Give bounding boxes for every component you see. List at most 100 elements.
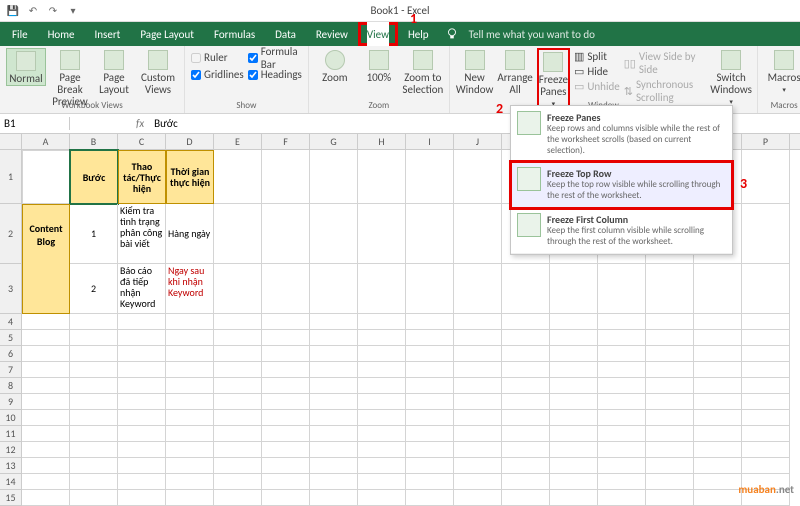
cell-G3[interactable] (310, 264, 358, 314)
cell-E13[interactable] (214, 458, 262, 474)
cell-D3[interactable]: Ngay sau khi nhận Keyword (166, 264, 214, 314)
rowhead-5[interactable]: 5 (0, 330, 22, 346)
cell-P10[interactable] (742, 410, 790, 426)
cell-K5[interactable] (502, 330, 550, 346)
cell-E14[interactable] (214, 474, 262, 490)
cell-I11[interactable] (406, 426, 454, 442)
cell-M13[interactable] (598, 458, 646, 474)
cell-A12[interactable] (22, 442, 70, 458)
cell-L10[interactable] (550, 410, 598, 426)
cell-A9[interactable] (22, 394, 70, 410)
cell-E11[interactable] (214, 426, 262, 442)
cell-J2[interactable] (454, 204, 502, 264)
cell-E1[interactable] (214, 150, 262, 204)
cell-O9[interactable] (694, 394, 742, 410)
cell-J8[interactable] (454, 378, 502, 394)
cell-P6[interactable] (742, 346, 790, 362)
tab-home[interactable]: Home (38, 22, 85, 46)
qat-dropdown-icon[interactable]: ▾ (66, 4, 80, 18)
cell-I1[interactable] (406, 150, 454, 204)
cell-M7[interactable] (598, 362, 646, 378)
col-B[interactable]: B (70, 134, 118, 149)
tab-file[interactable]: File (2, 22, 38, 46)
cell-M14[interactable] (598, 474, 646, 490)
cell-D2[interactable]: Hàng ngày (166, 204, 214, 264)
col-E[interactable]: E (214, 134, 262, 149)
cell-L11[interactable] (550, 426, 598, 442)
cell-H9[interactable] (358, 394, 406, 410)
cell-O8[interactable] (694, 378, 742, 394)
switch-windows-button[interactable]: Switch Windows▾ (711, 48, 751, 106)
rowhead-8[interactable]: 8 (0, 378, 22, 394)
cell-I8[interactable] (406, 378, 454, 394)
custom-views-button[interactable]: Custom Views (138, 48, 178, 96)
cell-C3[interactable]: Báo cáo đã tiếp nhận Keyword (118, 264, 166, 314)
cell-A7[interactable] (22, 362, 70, 378)
cell-L3[interactable] (550, 264, 598, 314)
cell-H7[interactable] (358, 362, 406, 378)
cell-P7[interactable] (742, 362, 790, 378)
cell-A6[interactable] (22, 346, 70, 362)
rowhead-12[interactable]: 12 (0, 442, 22, 458)
cell-N6[interactable] (646, 346, 694, 362)
cell-A13[interactable] (22, 458, 70, 474)
cell-B9[interactable] (70, 394, 118, 410)
cell-C10[interactable] (118, 410, 166, 426)
cell-D1[interactable]: Thời gian thực hiện (166, 150, 214, 204)
cell-E7[interactable] (214, 362, 262, 378)
cell-A11[interactable] (22, 426, 70, 442)
dropdown-freeze-panes[interactable]: Freeze PanesKeep rows and columns visibl… (511, 106, 732, 162)
cell-N10[interactable] (646, 410, 694, 426)
cell-G9[interactable] (310, 394, 358, 410)
cell-G5[interactable] (310, 330, 358, 346)
cell-C15[interactable] (118, 490, 166, 506)
save-icon[interactable]: 💾 (6, 4, 20, 18)
cell-N8[interactable] (646, 378, 694, 394)
cell-I9[interactable] (406, 394, 454, 410)
cell-H8[interactable] (358, 378, 406, 394)
cell-M15[interactable] (598, 490, 646, 506)
split-button[interactable]: ▥Split (574, 50, 620, 63)
cell-I6[interactable] (406, 346, 454, 362)
tab-data[interactable]: Data (265, 22, 306, 46)
cell-C8[interactable] (118, 378, 166, 394)
cell-D8[interactable] (166, 378, 214, 394)
cell-C9[interactable] (118, 394, 166, 410)
cell-C4[interactable] (118, 314, 166, 330)
cell-G7[interactable] (310, 362, 358, 378)
cell-F12[interactable] (262, 442, 310, 458)
cell-J15[interactable] (454, 490, 502, 506)
cell-M4[interactable] (598, 314, 646, 330)
cell-N11[interactable] (646, 426, 694, 442)
hide-button[interactable]: ▭Hide (574, 65, 620, 78)
col-I[interactable]: I (406, 134, 454, 149)
cell-G6[interactable] (310, 346, 358, 362)
cell-O4[interactable] (694, 314, 742, 330)
rowhead-11[interactable]: 11 (0, 426, 22, 442)
cell-I15[interactable] (406, 490, 454, 506)
cell-F15[interactable] (262, 490, 310, 506)
col-D[interactable]: D (166, 134, 214, 149)
cell-L9[interactable] (550, 394, 598, 410)
rowhead-9[interactable]: 9 (0, 394, 22, 410)
zoom-100-button[interactable]: 100% (359, 48, 399, 84)
cell-B15[interactable] (70, 490, 118, 506)
cell-B7[interactable] (70, 362, 118, 378)
cell-G1[interactable] (310, 150, 358, 204)
cell-J1[interactable] (454, 150, 502, 204)
cell-J6[interactable] (454, 346, 502, 362)
cell-M10[interactable] (598, 410, 646, 426)
cell-K14[interactable] (502, 474, 550, 490)
cell-D6[interactable] (166, 346, 214, 362)
cell-K7[interactable] (502, 362, 550, 378)
cell-P5[interactable] (742, 330, 790, 346)
rowhead-1[interactable]: 1 (0, 150, 22, 204)
cell-H15[interactable] (358, 490, 406, 506)
cell-G14[interactable] (310, 474, 358, 490)
name-box[interactable]: B1 (0, 117, 70, 130)
cell-L13[interactable] (550, 458, 598, 474)
cell-F14[interactable] (262, 474, 310, 490)
cell-F2[interactable] (262, 204, 310, 264)
cell-P1[interactable] (742, 150, 790, 204)
cell-I14[interactable] (406, 474, 454, 490)
